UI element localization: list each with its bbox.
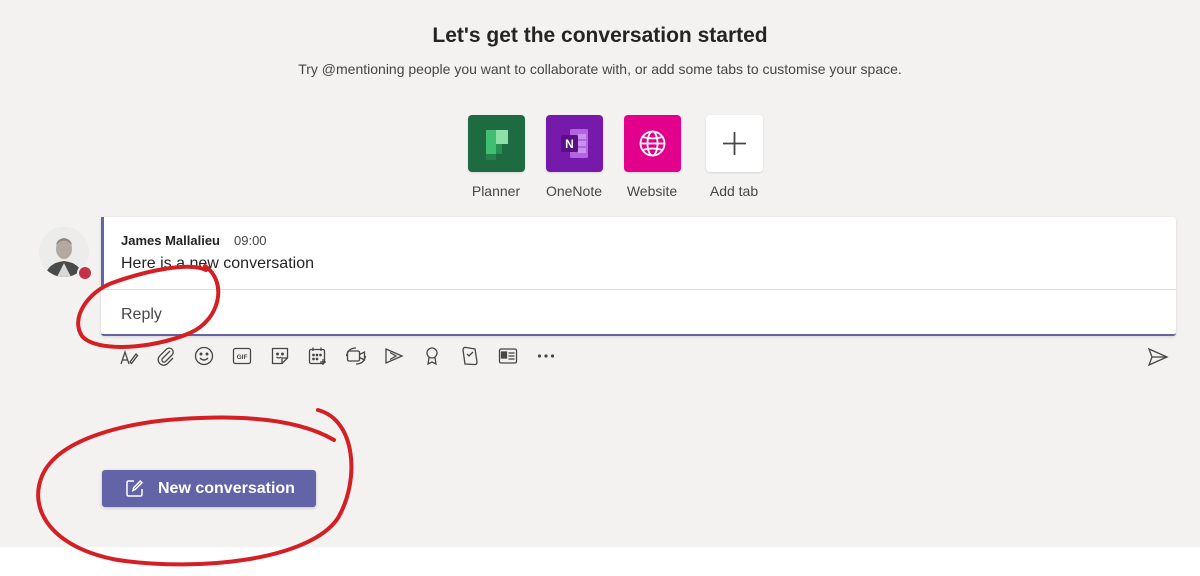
bottom-strip <box>0 547 1200 576</box>
card-divider <box>101 289 1176 290</box>
forms-icon[interactable] <box>496 344 520 368</box>
attach-icon[interactable] <box>154 344 178 368</box>
sticker-icon[interactable] <box>268 344 292 368</box>
stream-icon[interactable] <box>382 344 406 368</box>
globe-icon <box>623 115 681 172</box>
reply-button[interactable]: Reply <box>121 306 162 324</box>
planner-icon <box>467 115 525 172</box>
svg-text:GIF: GIF <box>237 354 248 361</box>
new-conversation-label: New conversation <box>158 480 295 497</box>
format-icon[interactable] <box>116 344 140 368</box>
gif-icon[interactable]: GIF <box>230 344 254 368</box>
compose-icon <box>124 478 145 499</box>
onenote-icon: N <box>545 115 603 172</box>
app-tile-website[interactable]: Website <box>612 115 692 199</box>
page-title: Let's get the conversation started <box>432 24 768 47</box>
send-icon[interactable] <box>1145 344 1171 370</box>
plus-icon <box>705 115 763 172</box>
app-label: Add tab <box>709 183 759 199</box>
more-icon[interactable] <box>534 344 558 368</box>
app-label: Website <box>626 183 678 199</box>
approvals-icon[interactable] <box>458 344 482 368</box>
svg-text:N: N <box>565 137 574 151</box>
message-text: Here is a new conversation <box>121 255 314 272</box>
praise-icon[interactable] <box>420 344 444 368</box>
app-tile-planner[interactable]: Planner <box>456 115 536 199</box>
app-label: Planner <box>471 183 521 199</box>
page-subtitle: Try @mentioning people you want to colla… <box>298 61 902 77</box>
message-author[interactable]: James Mallalieu <box>121 233 220 248</box>
card-accent-bar <box>101 217 104 289</box>
emoji-icon[interactable] <box>192 344 216 368</box>
new-conversation-button[interactable]: New conversation <box>102 470 316 507</box>
app-tile-onenote[interactable]: N OneNote <box>534 115 614 199</box>
message-card: James Mallalieu 09:00 Here is a new conv… <box>101 217 1176 336</box>
app-label: OneNote <box>545 183 603 199</box>
app-tile-add-tab[interactable]: Add tab <box>694 115 774 199</box>
message-timestamp: 09:00 <box>234 233 267 248</box>
meeting-icon[interactable] <box>306 344 330 368</box>
video-icon[interactable] <box>344 344 368 368</box>
presence-indicator <box>77 265 93 281</box>
